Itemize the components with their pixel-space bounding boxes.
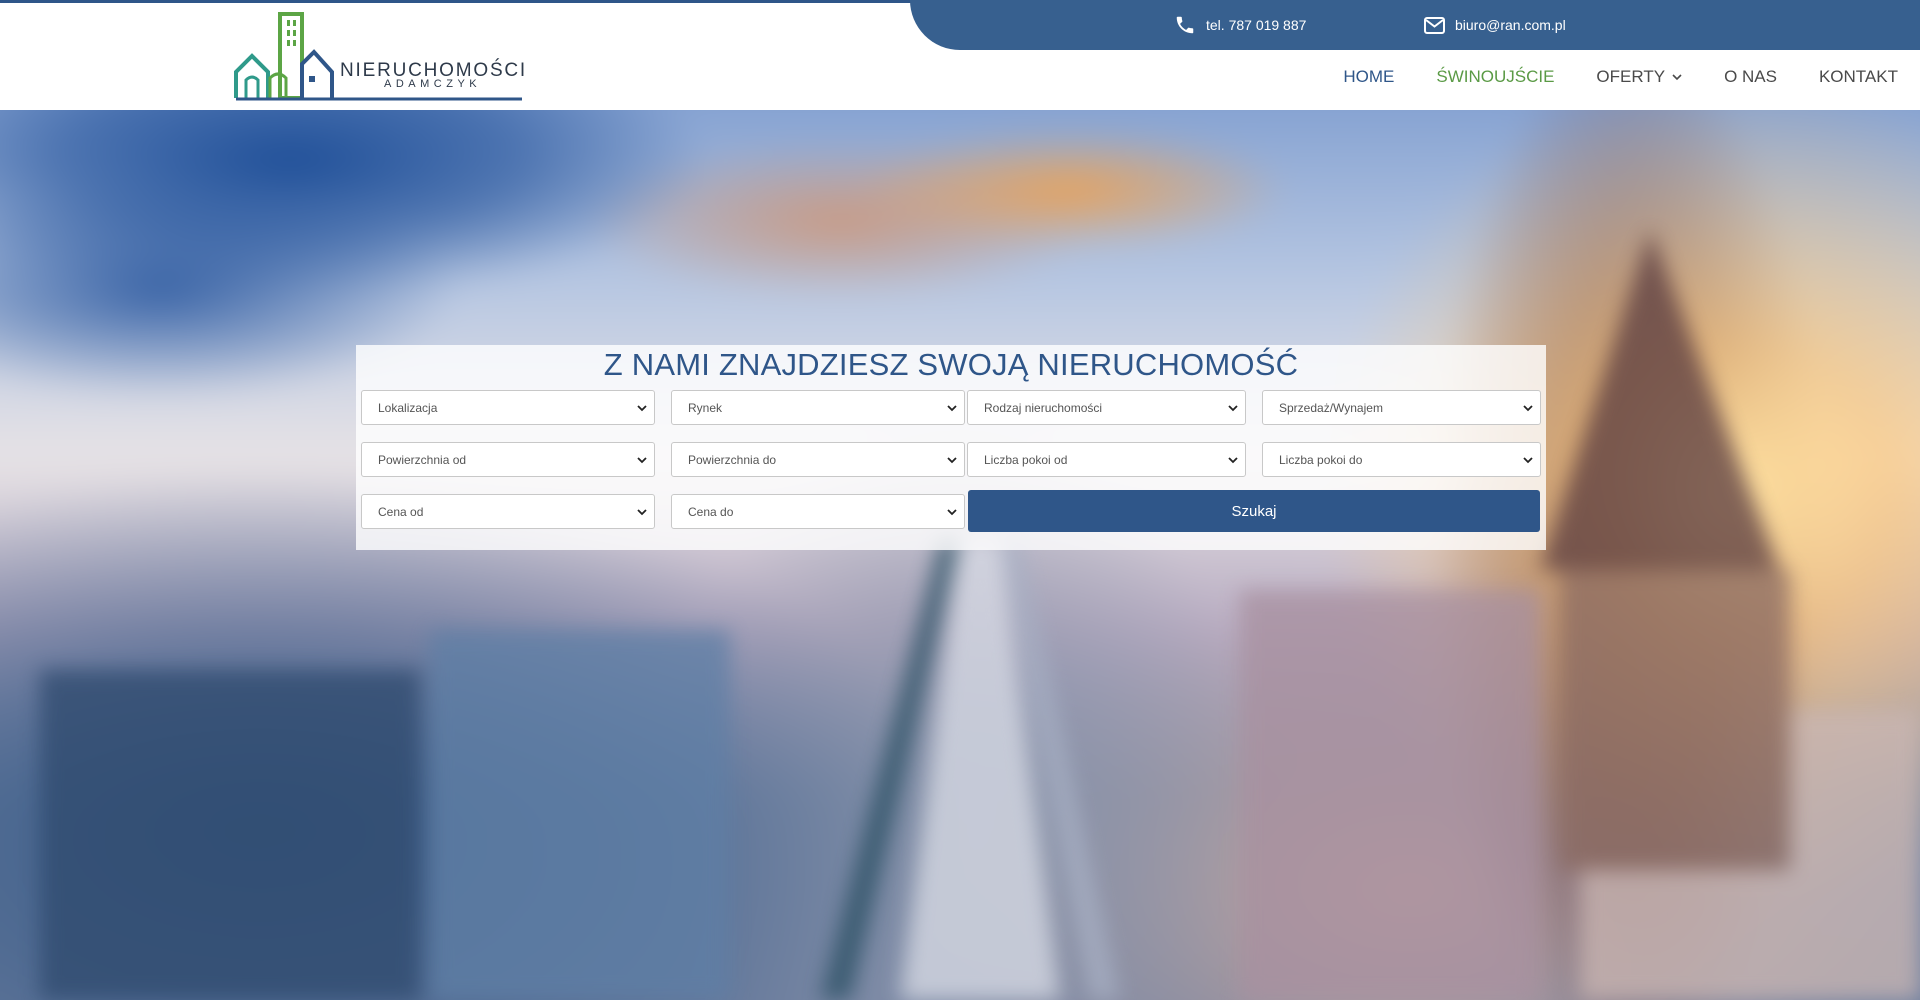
price-from-select-value: Cena od bbox=[378, 504, 424, 519]
logo-subtitle: ADAMCZYK bbox=[384, 78, 482, 90]
nav-kontakt[interactable]: KONTAKT bbox=[1819, 67, 1898, 87]
location-select[interactable]: Lokalizacja bbox=[361, 390, 655, 425]
phone-number: tel. 787 019 887 bbox=[1206, 17, 1307, 33]
chevron-down-icon bbox=[637, 509, 647, 516]
market-select[interactable]: Rynek bbox=[671, 390, 965, 425]
phone-contact[interactable]: tel. 787 019 887 bbox=[1174, 0, 1306, 50]
email-address: biuro@ran.com.pl bbox=[1455, 17, 1566, 33]
area-from-select-value: Powierzchnia od bbox=[378, 452, 467, 467]
property-type-select-value: Rodzaj nieruchomości bbox=[984, 400, 1103, 415]
header-top-line bbox=[0, 0, 930, 3]
nav-o-nas[interactable]: O NAS bbox=[1724, 67, 1777, 87]
search-button[interactable]: Szukaj bbox=[968, 490, 1540, 532]
transaction-select[interactable]: Sprzedaż/Wynajem bbox=[1262, 390, 1541, 425]
property-type-select[interactable]: Rodzaj nieruchomości bbox=[967, 390, 1246, 425]
area-to-select[interactable]: Powierzchnia do bbox=[671, 442, 965, 477]
search-heading: Z NAMI ZNAJDZIESZ SWOJĄ NIERUCHOMOŚĆ bbox=[603, 347, 1299, 382]
chevron-down-icon bbox=[947, 405, 957, 412]
chevron-down-icon bbox=[947, 509, 957, 516]
price-to-select-value: Cena do bbox=[688, 504, 734, 519]
market-select-value: Rynek bbox=[688, 400, 723, 415]
chevron-down-icon bbox=[947, 457, 957, 464]
location-select-value: Lokalizacja bbox=[378, 400, 438, 415]
email-contact[interactable]: biuro@ran.com.pl bbox=[1424, 0, 1566, 50]
hero-cityscape bbox=[40, 230, 1920, 1000]
nav-oferty[interactable]: OFERTY bbox=[1596, 67, 1682, 87]
rooms-from-select-value: Liczba pokoi od bbox=[984, 452, 1068, 467]
chevron-down-icon bbox=[1228, 405, 1238, 412]
price-to-select[interactable]: Cena do bbox=[671, 494, 965, 529]
chevron-down-icon bbox=[637, 405, 647, 412]
phone-icon bbox=[1174, 14, 1196, 36]
buildings-logo-icon bbox=[234, 12, 522, 101]
nav-oferty-label: OFERTY bbox=[1596, 67, 1666, 86]
contact-bar: tel. 787 019 887 biuro@ran.com.pl bbox=[910, 0, 1920, 50]
rooms-to-select-value: Liczba pokoi do bbox=[1279, 452, 1363, 467]
site-logo[interactable]: NIERUCHOMOŚCI ADAMCZYK bbox=[234, 10, 525, 105]
envelope-icon bbox=[1424, 16, 1445, 34]
transaction-select-value: Sprzedaż/Wynajem bbox=[1279, 400, 1383, 415]
rooms-from-select[interactable]: Liczba pokoi od bbox=[967, 442, 1246, 477]
chevron-down-icon bbox=[1523, 405, 1533, 412]
main-navigation: HOME ŚWINOUJŚCIE OFERTY O NAS KONTAKT bbox=[1301, 62, 1898, 92]
area-from-select[interactable]: Powierzchnia od bbox=[361, 442, 655, 477]
hero-section bbox=[0, 110, 1920, 1000]
price-from-select[interactable]: Cena od bbox=[361, 494, 655, 529]
nav-home[interactable]: HOME bbox=[1343, 67, 1394, 87]
chevron-down-icon bbox=[1523, 457, 1533, 464]
chevron-down-icon bbox=[1228, 457, 1238, 464]
chevron-down-icon bbox=[1672, 73, 1682, 80]
rooms-to-select[interactable]: Liczba pokoi do bbox=[1262, 442, 1541, 477]
nav-swinoujscie[interactable]: ŚWINOUJŚCIE bbox=[1436, 67, 1554, 87]
property-search-panel: Z NAMI ZNAJDZIESZ SWOJĄ NIERUCHOMOŚĆ Lok… bbox=[356, 345, 1546, 550]
area-to-select-value: Powierzchnia do bbox=[688, 452, 777, 467]
site-header: tel. 787 019 887 biuro@ran.com.pl NIERUC… bbox=[0, 0, 1920, 110]
chevron-down-icon bbox=[637, 457, 647, 464]
